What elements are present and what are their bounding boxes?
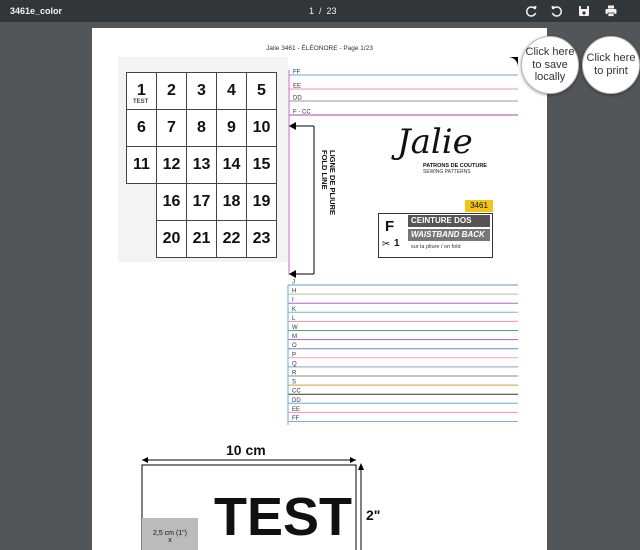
piece-note: sur la pliure / on fold [411, 244, 461, 250]
grid-cell-empty [127, 184, 157, 221]
grid-cell: 1 TEST [126, 72, 157, 110]
grid-cell: 3 [186, 72, 217, 110]
grid-cell: 17 [186, 183, 217, 221]
save-callout: Click here to save locally [521, 36, 579, 94]
reload-icon[interactable] [523, 3, 539, 19]
grid-cell: 23 [246, 220, 277, 258]
page-indicator: 1 / 23 [309, 6, 337, 16]
brand-logo: Jalie PATRONS DE COUTURE SEWING PATTERNS [397, 125, 487, 175]
test-small-label-x: x [168, 537, 172, 544]
scissors-icon: ✂ [382, 239, 391, 250]
piece-letter: F [385, 218, 395, 235]
save-icon[interactable] [576, 3, 592, 19]
piece-number: 3461 [465, 200, 493, 212]
grid-cell: 14 [216, 146, 247, 184]
print-callout-text: Click here to print [586, 52, 636, 77]
grid-cell: 5 [246, 72, 277, 110]
test-big-label: TEST [214, 487, 353, 547]
piece-box: F ✂ 1 CEINTURE DOS WAISTBAND BACK sur la… [378, 213, 493, 258]
piece-name-en: WAISTBAND BACK [408, 229, 490, 241]
brand-name: Jalie [397, 122, 473, 162]
test-small-label: 2,5 cm (1") x [147, 530, 193, 544]
grid-cell: 10 [246, 109, 277, 147]
piece-label: 3461 F ✂ 1 CEINTURE DOS WAISTBAND BACK s… [378, 200, 493, 258]
grid-cell: 2 [156, 72, 187, 110]
grid-test-label: TEST [133, 99, 149, 105]
grid-cell: 20 [156, 220, 187, 258]
test-height-label: 2" [366, 507, 381, 523]
grid-cell: 6 [126, 109, 157, 147]
print-icon[interactable] [603, 3, 619, 19]
rotate-icon[interactable] [549, 3, 565, 19]
grid-cell: 21 [186, 220, 217, 258]
grid-cell: 18 [216, 183, 247, 221]
grid-cell: 16 [156, 183, 187, 221]
page-assembly-grid: 1 TEST 2 3 4 5 6 7 8 9 10 11 12 13 14 15 … [126, 72, 277, 258]
grid-cell: 4 [216, 72, 247, 110]
fold-line-label-en: FOLD LINE [319, 150, 329, 190]
grid-cell: 13 [186, 146, 217, 184]
test-width-label: 10 cm [226, 442, 266, 458]
current-page[interactable]: 1 [309, 6, 314, 16]
pdf-toolbar: 3461e_color 1 / 23 [0, 0, 640, 22]
grid-cell: 9 [216, 109, 247, 147]
piece-name-fr: CEINTURE DOS [408, 215, 490, 227]
grid-cell: 7 [156, 109, 187, 147]
total-pages: 23 [326, 6, 337, 16]
grid-cell: 12 [156, 146, 187, 184]
grid-cell-empty [127, 221, 157, 258]
grid-cell: 8 [186, 109, 217, 147]
print-callout: Click here to print [582, 36, 640, 94]
grid-cell: 15 [246, 146, 277, 184]
grid-cell: 19 [246, 183, 277, 221]
grid-cell: 22 [216, 220, 247, 258]
page-header: Jalie 3461 - ÉLÉONORE - Page 1/23 [266, 45, 373, 52]
piece-cut-count: 1 [394, 238, 400, 249]
document-title: 3461e_color [10, 6, 63, 16]
brand-subtitle-en: SEWING PATTERNS [423, 169, 471, 175]
fold-line-label: LIGNE DE PLIURE FOLD LINE [316, 150, 337, 250]
grid-cell: 11 [126, 146, 157, 184]
save-callout-text: Click here to save locally [525, 46, 575, 84]
test-small-label-text: 2,5 cm (1") [153, 530, 187, 537]
fold-line-label-fr: LIGNE DE PLIURE [328, 150, 337, 216]
